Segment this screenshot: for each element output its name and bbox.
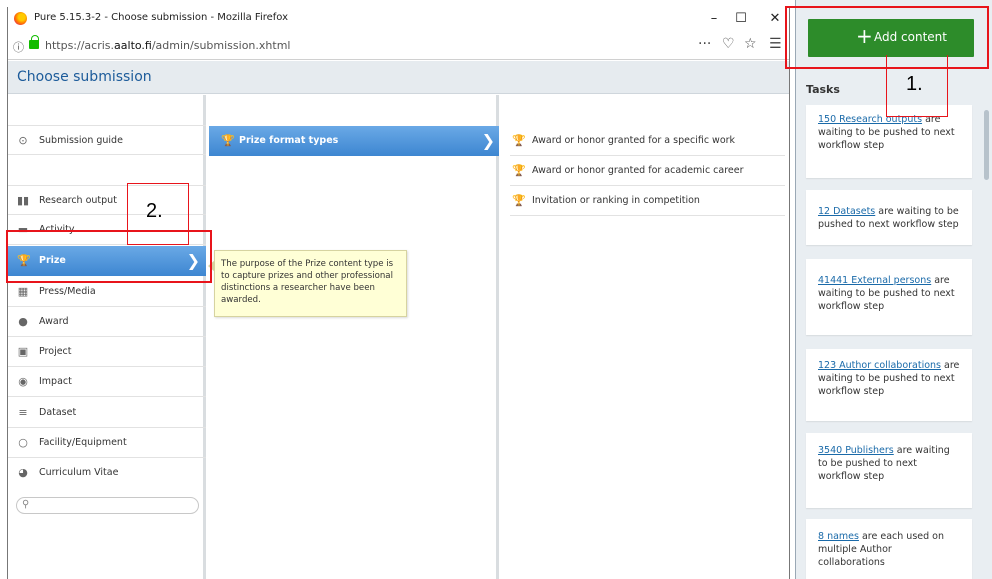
template-item-competition[interactable]: 🏆 Invitation or ranking in competition — [510, 186, 785, 216]
task-card: 150 Research outputs are waiting to be p… — [806, 105, 972, 178]
database-icon: ≡ — [18, 406, 28, 419]
task-link[interactable]: 123 Author collaborations — [818, 360, 941, 371]
newspaper-icon: ▦ — [17, 285, 29, 298]
tasks-heading: Tasks — [806, 83, 840, 96]
sidebar-item-impact[interactable]: ◉ Impact — [8, 367, 206, 397]
browser-window: Pure 5.15.3-2 - Choose submission - Mozi… — [7, 7, 790, 579]
title-bar: Pure 5.15.3-2 - Choose submission - Mozi… — [8, 7, 789, 32]
window-title: Pure 5.15.3-2 - Choose submission - Mozi… — [34, 12, 289, 23]
sidebar-item-label: Facility/Equipment — [39, 437, 127, 448]
sidebar-item-facility-equipment[interactable]: ○ Facility/Equipment — [8, 428, 206, 458]
sidebar-item-label: Project — [39, 346, 72, 357]
sidebar-item-label: Impact — [39, 376, 72, 387]
task-link[interactable]: 41441 External persons — [818, 275, 931, 286]
sidebar-item-label: Curriculum Vitae — [39, 467, 119, 478]
prize-format-types-item[interactable]: 🏆 Prize format types ❯ — [209, 126, 499, 156]
scrollbar-thumb[interactable] — [984, 110, 989, 180]
sidebar-item-dataset[interactable]: ≡ Dataset — [8, 398, 206, 428]
sidebar-item-label: Press/Media — [39, 286, 96, 297]
prize-tooltip: The purpose of the Prize content type is… — [208, 250, 407, 317]
annotation-step-2: 2. — [146, 200, 163, 222]
circle-icon: ○ — [18, 436, 28, 449]
task-card: 123 Author collaborations are waiting to… — [806, 349, 972, 421]
sidebar-item-label: Activity — [39, 224, 75, 235]
chevron-right-icon: ❯ — [186, 251, 200, 270]
sidebar-item-prize[interactable]: 🏆 Prize ❯ — [8, 246, 206, 276]
template-item-academic-career[interactable]: 🏆 Award or honor granted for academic ca… — [510, 156, 785, 186]
page-header: Choose submission — [8, 61, 789, 94]
tasks-scrollbar[interactable] — [980, 0, 992, 579]
trophy-icon: 🏆 — [17, 254, 31, 267]
menu-icon[interactable]: ☰ — [769, 36, 782, 52]
bookmark-star-icon[interactable]: ☆ — [744, 36, 757, 52]
submission-columns: ⊙ Submission guide ▮▮ Research output ▬ … — [8, 95, 789, 579]
sidebar-item-label: Prize — [39, 255, 66, 266]
cube-icon: ▣ — [17, 345, 29, 358]
template-column: 🏆 Award or honor granted for a specific … — [502, 95, 789, 579]
cv-icon: ◕ — [18, 466, 28, 479]
pocket-icon[interactable]: ♡ — [722, 36, 735, 52]
firefox-icon — [14, 12, 27, 25]
task-link[interactable]: 8 names — [818, 531, 859, 542]
format-types-column: 🏆 Prize format types ❯ The purpose of th… — [208, 95, 499, 579]
template-label: Award or honor granted for a specific wo… — [532, 135, 736, 146]
task-link[interactable]: 3540 Publishers — [818, 445, 894, 456]
address-bar[interactable]: ⓘ https://acris.aalto.fi/admin/submissio… — [8, 32, 789, 60]
content-type-column: ⊙ Submission guide ▮▮ Research output ▬ … — [8, 95, 206, 579]
template-label: Invitation or ranking in competition — [532, 195, 700, 206]
trophy-icon: 🏆 — [512, 194, 526, 207]
sidebar-item-curriculum-vitae[interactable]: ◕ Curriculum Vitae — [8, 458, 206, 488]
money-bag-icon: ● — [18, 315, 28, 328]
add-content-button[interactable]: + Add content — [808, 19, 974, 57]
chevron-right-icon: ❯ — [481, 131, 495, 150]
task-card: 41441 External persons are waiting to be… — [806, 259, 972, 335]
sidebar-item-label: Award — [39, 316, 69, 327]
close-button[interactable]: ✕ — [764, 9, 786, 29]
briefcase-icon: ▬ — [17, 223, 29, 236]
task-link[interactable]: 150 Research outputs — [818, 114, 922, 125]
trophy-icon: 🏆 — [512, 134, 526, 147]
trophy-icon: 🏆 — [221, 134, 235, 147]
page-actions-icon[interactable]: ··· — [698, 36, 711, 52]
task-link[interactable]: 12 Datasets — [818, 206, 875, 217]
target-icon: ◉ — [18, 375, 28, 388]
maximize-button[interactable]: ☐ — [730, 9, 752, 29]
sidebar-item-label: Submission guide — [39, 135, 123, 146]
sidebar-item-award[interactable]: ● Award — [8, 307, 206, 337]
sidebar-item-label: Dataset — [39, 407, 77, 418]
task-card: 12 Datasets are waiting to be pushed to … — [806, 190, 972, 245]
add-content-label: Add content — [874, 30, 947, 44]
page-content: Choose submission ⊙ Submission guide ▮▮ … — [8, 61, 789, 579]
url-text[interactable]: https://acris.aalto.fi/admin/submission.… — [45, 39, 290, 52]
plus-icon: + — [856, 24, 873, 48]
sidebar-item-submission-guide[interactable]: ⊙ Submission guide — [8, 125, 206, 155]
trophy-icon: 🏆 — [512, 164, 526, 177]
info-icon[interactable]: ⓘ — [13, 39, 24, 55]
right-panel: + Add content Tasks 150 Research outputs… — [795, 0, 992, 579]
template-label: Award or honor granted for academic care… — [532, 165, 744, 176]
sidebar-item-project[interactable]: ▣ Project — [8, 337, 206, 367]
search-icon: ⚲ — [22, 499, 30, 510]
format-type-label: Prize format types — [239, 135, 339, 146]
sidebar-item-research-output[interactable]: ▮▮ Research output — [8, 185, 206, 215]
template-item-specific-work[interactable]: 🏆 Award or honor granted for a specific … — [510, 126, 785, 156]
task-card: 8 names are each used on multiple Author… — [806, 519, 972, 579]
sidebar-item-activity[interactable]: ▬ Activity — [8, 215, 206, 245]
search-input[interactable]: ⚲ — [16, 497, 199, 514]
sidebar-item-label: Research output — [39, 195, 117, 206]
minimize-button[interactable]: – — [703, 9, 725, 29]
sidebar-item-press-media[interactable]: ▦ Press/Media — [8, 277, 206, 307]
lock-icon[interactable] — [29, 35, 39, 49]
page-title: Choose submission — [17, 69, 152, 85]
task-card: 3540 Publishers are waiting to be pushed… — [806, 433, 972, 508]
book-icon: ▮▮ — [17, 194, 30, 207]
clock-icon: ⊙ — [18, 134, 28, 147]
annotation-step-1: 1. — [906, 73, 923, 95]
